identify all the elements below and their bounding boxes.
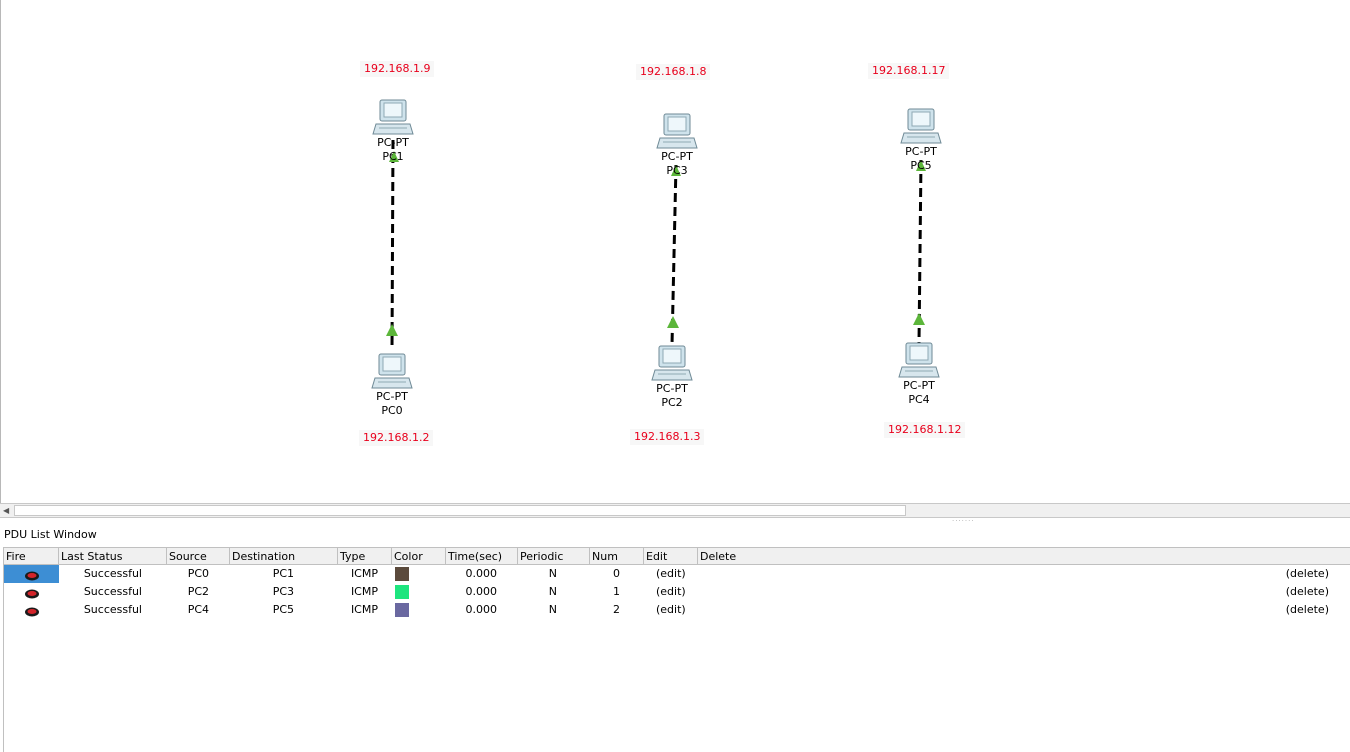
color-swatch — [395, 603, 409, 617]
topology-workspace[interactable]: 192.168.1.9 PC-PT PC1 PC-PT PC0 192.168.… — [0, 0, 1350, 503]
pdu-row[interactable]: Successful PC0 PC1 ICMP 0.000 N 0 (edit)… — [4, 565, 1350, 583]
source-cell: PC0 — [187, 567, 209, 580]
pc-icon — [656, 113, 698, 149]
periodic-cell: N — [548, 567, 557, 580]
ip-label-pc5: 192.168.1.17 — [868, 63, 950, 79]
destination-cell: PC1 — [272, 567, 294, 580]
source-cell: PC2 — [187, 585, 209, 598]
device-model-label: PC-PT — [377, 136, 409, 149]
edit-link[interactable]: (edit) — [656, 583, 696, 601]
device-model-label: PC-PT — [376, 390, 408, 403]
scroll-left-arrow-icon[interactable]: ◀ — [3, 506, 9, 515]
pc-icon — [900, 108, 942, 144]
column-header-edit[interactable]: Edit — [644, 548, 698, 565]
column-header-last-status[interactable]: Last Status — [59, 548, 167, 565]
link-pc5-pc4[interactable] — [913, 159, 926, 344]
link-pc3-pc2[interactable] — [667, 164, 681, 346]
column-header-fire[interactable]: Fire — [4, 548, 59, 565]
column-header-type[interactable]: Type — [338, 548, 392, 565]
edit-link[interactable]: (edit) — [656, 565, 696, 583]
color-swatch — [395, 585, 409, 599]
pdu-list-table: Fire Last Status Source Destination Type… — [3, 547, 1350, 752]
pc-icon — [898, 342, 940, 378]
destination-cell: PC5 — [272, 603, 294, 616]
fire-button-icon[interactable] — [24, 607, 40, 617]
device-name-label: PC3 — [666, 164, 688, 177]
time-cell: 0.000 — [465, 567, 498, 580]
time-cell: 0.000 — [465, 603, 498, 616]
link-status-up-icon — [667, 316, 679, 328]
device-pc0[interactable]: PC-PT PC0 — [362, 352, 422, 418]
device-pc5[interactable]: PC-PT PC5 — [891, 107, 951, 173]
pc-icon — [651, 345, 693, 381]
last-status-cell: Successful — [83, 603, 142, 616]
link-pc1-pc0[interactable] — [386, 139, 399, 351]
device-name-label: PC1 — [382, 150, 404, 163]
type-cell: ICMP — [350, 585, 378, 598]
fire-cell[interactable] — [4, 583, 59, 601]
edit-link[interactable]: (edit) — [656, 601, 696, 619]
fire-cell[interactable] — [4, 601, 59, 619]
pdu-row[interactable]: Successful PC4 PC5 ICMP 0.000 N 2 (edit)… — [4, 601, 1350, 619]
column-header-periodic[interactable]: Periodic — [518, 548, 590, 565]
periodic-cell: N — [548, 603, 557, 616]
destination-cell: PC3 — [272, 585, 294, 598]
splitter-handle[interactable]: ······· — [952, 517, 975, 525]
fire-cell[interactable] — [4, 565, 59, 583]
pdu-row[interactable]: Successful PC2 PC3 ICMP 0.000 N 1 (edit)… — [4, 583, 1350, 601]
color-cell — [395, 583, 415, 601]
ip-label-pc2: 192.168.1.3 — [630, 429, 705, 445]
ip-label-pc0: 192.168.1.2 — [359, 430, 434, 446]
pc-icon — [372, 99, 414, 135]
source-cell: PC4 — [187, 603, 209, 616]
column-header-time[interactable]: Time(sec) — [446, 548, 518, 565]
delete-link[interactable]: (delete) — [1264, 601, 1329, 619]
type-cell: ICMP — [350, 567, 378, 580]
color-swatch — [395, 567, 409, 581]
pc-icon — [371, 353, 413, 389]
last-status-cell: Successful — [83, 567, 142, 580]
device-model-label: PC-PT — [905, 145, 937, 158]
type-cell: ICMP — [350, 603, 378, 616]
ip-label-pc4: 192.168.1.12 — [884, 422, 966, 438]
num-cell: 1 — [613, 585, 620, 598]
device-name-label: PC2 — [661, 396, 683, 409]
time-cell: 0.000 — [465, 585, 498, 598]
device-pc1[interactable]: PC-PT PC1 — [363, 98, 423, 164]
last-status-cell: Successful — [83, 585, 142, 598]
delete-link[interactable]: (delete) — [1264, 565, 1329, 583]
scrollbar-thumb[interactable] — [14, 505, 906, 516]
device-name-label: PC4 — [908, 393, 930, 406]
column-header-color[interactable]: Color — [392, 548, 446, 565]
pdu-table-header: Fire Last Status Source Destination Type… — [4, 547, 1350, 565]
column-header-source[interactable]: Source — [167, 548, 230, 565]
delete-link[interactable]: (delete) — [1264, 583, 1329, 601]
column-header-delete[interactable]: Delete — [698, 548, 1350, 565]
periodic-cell: N — [548, 585, 557, 598]
num-cell: 0 — [613, 567, 620, 580]
pdu-window-title: PDU List Window — [4, 528, 97, 541]
ip-label-pc1: 192.168.1.9 — [360, 61, 435, 77]
ip-label-pc3: 192.168.1.8 — [636, 64, 711, 80]
num-cell: 2 — [613, 603, 620, 616]
workspace-horizontal-scrollbar[interactable]: ◀ — [0, 503, 1350, 518]
device-pc4[interactable]: PC-PT PC4 — [889, 341, 949, 407]
device-pc2[interactable]: PC-PT PC2 — [642, 344, 702, 410]
device-model-label: PC-PT — [661, 150, 693, 163]
link-status-up-icon — [913, 313, 925, 325]
link-status-up-icon — [386, 324, 398, 336]
device-name-label: PC5 — [910, 159, 932, 172]
column-header-destination[interactable]: Destination — [230, 548, 338, 565]
device-name-label: PC0 — [381, 404, 403, 417]
fire-button-icon[interactable] — [24, 571, 40, 581]
color-cell — [395, 601, 415, 619]
column-header-num[interactable]: Num — [590, 548, 644, 565]
device-pc3[interactable]: PC-PT PC3 — [647, 112, 707, 178]
color-cell — [395, 565, 415, 583]
fire-button-icon[interactable] — [24, 589, 40, 599]
device-model-label: PC-PT — [903, 379, 935, 392]
device-model-label: PC-PT — [656, 382, 688, 395]
